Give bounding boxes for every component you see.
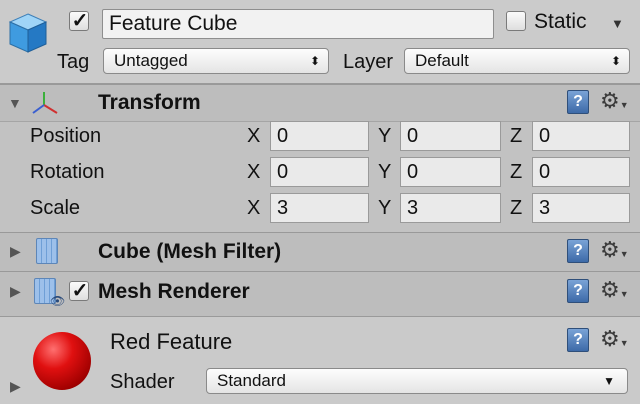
checkmark-icon: ✓	[71, 280, 89, 302]
position-x-label: X	[247, 125, 261, 147]
scale-label: Scale	[30, 197, 81, 219]
rotation-x-input[interactable]: 0	[270, 157, 369, 187]
tag-label: Tag	[57, 51, 90, 73]
scale-x-label: X	[247, 197, 261, 219]
material-preview-sphere	[33, 332, 91, 390]
scale-y-label: Y	[378, 197, 392, 219]
gear-icon[interactable]: ⚙▼	[600, 279, 629, 302]
layer-value: Default	[415, 51, 469, 70]
tag-dropdown[interactable]: Untagged ⬍	[103, 48, 329, 74]
object-name-input[interactable]: Feature Cube	[102, 9, 494, 39]
shader-value: Standard	[217, 371, 286, 390]
book-help-icon[interactable]: ?	[567, 239, 589, 263]
mesh-renderer-header[interactable]	[0, 271, 640, 318]
rotation-z-label: Z	[510, 161, 523, 183]
mesh-renderer-enabled-checkbox[interactable]: ✓	[69, 281, 89, 301]
book-help-icon[interactable]: ?	[567, 279, 589, 303]
position-x-input[interactable]: 0	[270, 121, 369, 151]
position-label: Position	[30, 125, 102, 147]
layer-dropdown[interactable]: Default ⬍	[404, 48, 630, 74]
updown-arrows-icon: ⬍	[610, 54, 621, 68]
book-help-icon[interactable]: ?	[567, 90, 589, 114]
scale-z-input[interactable]: 3	[532, 193, 630, 223]
foldout-expanded-icon[interactable]: ▼	[8, 95, 22, 111]
scale-z-label: Z	[510, 197, 523, 219]
updown-arrows-icon: ⬍	[309, 54, 320, 68]
tag-value: Untagged	[114, 51, 188, 70]
scale-x-input[interactable]: 3	[270, 193, 369, 223]
foldout-collapsed-icon[interactable]: ▶	[10, 378, 21, 395]
chevron-down-icon: ▼	[603, 374, 615, 388]
position-y-label: Y	[378, 125, 392, 147]
book-help-icon[interactable]: ?	[567, 328, 589, 352]
position-y-input[interactable]: 0	[400, 121, 501, 151]
transform-title: Transform	[98, 91, 201, 114]
mesh-filter-title: Cube (Mesh Filter)	[98, 240, 282, 263]
static-checkbox[interactable]	[506, 11, 526, 31]
rotation-y-input[interactable]: 0	[400, 157, 501, 187]
transform-header[interactable]	[0, 84, 640, 122]
position-z-label: Z	[510, 125, 523, 147]
static-label: Static	[534, 10, 587, 33]
rotation-x-label: X	[247, 161, 261, 183]
material-name: Red Feature	[110, 329, 233, 354]
rotation-label: Rotation	[30, 161, 105, 183]
gear-icon[interactable]: ⚙▼	[600, 328, 629, 351]
mesh-filter-icon	[36, 238, 58, 264]
rotation-z-input[interactable]: 0	[532, 157, 630, 187]
gear-icon[interactable]: ⚙▼	[600, 239, 629, 262]
active-checkbox[interactable]: ✓	[69, 11, 89, 31]
eye-icon: 👁	[50, 294, 66, 308]
transform-axes-icon	[30, 89, 60, 117]
foldout-collapsed-icon[interactable]: ▶	[10, 243, 21, 260]
layer-label: Layer	[343, 51, 394, 73]
mesh-filter-header[interactable]	[0, 232, 640, 272]
game-object-cube-icon	[6, 10, 50, 56]
shader-label: Shader	[110, 371, 175, 393]
rotation-y-label: Y	[378, 161, 392, 183]
checkmark-icon: ✓	[71, 10, 89, 32]
position-z-input[interactable]: 0	[532, 121, 630, 151]
gear-icon[interactable]: ⚙▼	[600, 90, 629, 113]
scale-y-input[interactable]: 3	[400, 193, 501, 223]
foldout-collapsed-icon[interactable]: ▶	[10, 283, 21, 300]
mesh-renderer-title: Mesh Renderer	[98, 280, 250, 303]
static-dropdown-caret-icon[interactable]: ▼	[611, 16, 624, 31]
shader-dropdown[interactable]: Standard ▼	[206, 368, 628, 394]
